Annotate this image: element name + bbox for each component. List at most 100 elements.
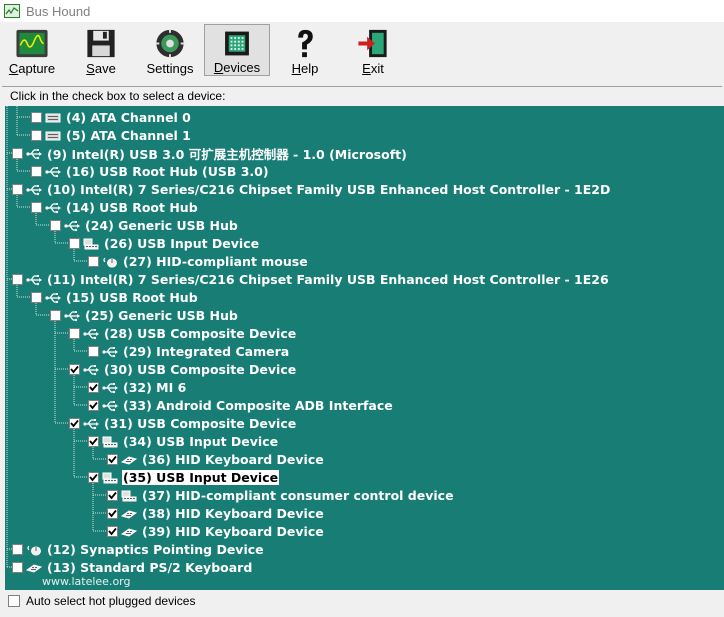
usb-icon: [83, 417, 99, 430]
title-bar: Bus Hound: [0, 0, 724, 22]
device-label: (36) HID Keyboard Device: [142, 451, 324, 467]
device-tree-item[interactable]: (30) USB Composite Device: [69, 361, 297, 377]
device-tree-item[interactable]: (34) USB Input Device: [88, 433, 279, 449]
disk-icon: [45, 111, 61, 123]
auto-select-option[interactable]: Auto select hot plugged devices: [8, 594, 195, 608]
device-checkbox[interactable]: [69, 327, 80, 339]
keyboard-icon: [120, 507, 138, 519]
usb-icon: [64, 219, 80, 232]
device-tree-item[interactable]: (27) HID-compliant mouse: [88, 253, 309, 269]
device-checkbox[interactable]: [88, 399, 99, 411]
device-tree-item[interactable]: (35) USB Input Device: [88, 469, 280, 485]
device-checkbox[interactable]: [31, 129, 42, 141]
device-checkbox[interactable]: [50, 309, 61, 321]
device-label: (38) HID Keyboard Device: [142, 505, 324, 521]
device-checkbox[interactable]: [107, 507, 118, 519]
usb-icon: [26, 147, 42, 160]
device-tree-item[interactable]: (29) Integrated Camera: [88, 343, 290, 359]
device-checkbox[interactable]: [12, 561, 23, 573]
device-tree-item[interactable]: (25) Generic USB Hub: [50, 307, 239, 323]
device-checkbox[interactable]: [31, 201, 42, 213]
device-tree-item[interactable]: (39) HID Keyboard Device: [107, 523, 325, 539]
devices-button[interactable]: Devices: [204, 24, 270, 76]
device-tree-item[interactable]: (33) Android Composite ADB Interface: [88, 397, 394, 413]
usb-icon: [64, 309, 80, 322]
device-tree-item[interactable]: (38) HID Keyboard Device: [107, 505, 325, 521]
device-checkbox[interactable]: [12, 273, 23, 285]
device-tree-item[interactable]: (37) HID-compliant consumer control devi…: [107, 487, 455, 503]
device-label: (37) HID-compliant consumer control devi…: [142, 487, 454, 503]
device-checkbox[interactable]: [69, 417, 80, 429]
capture-label: Capture: [8, 61, 56, 76]
input-device-icon: [121, 489, 137, 502]
usb-icon: [83, 327, 99, 340]
device-label: (35) USB Input Device: [122, 469, 280, 485]
mouse-icon: [102, 255, 118, 268]
device-tree-item[interactable]: (12) Synaptics Pointing Device: [12, 541, 265, 557]
device-checkbox[interactable]: [69, 237, 80, 249]
device-tree-item[interactable]: (24) Generic USB Hub: [50, 217, 239, 233]
device-label: (13) Standard PS/2 Keyboard: [47, 559, 253, 575]
save-button[interactable]: Save: [74, 24, 128, 76]
device-checkbox[interactable]: [31, 165, 42, 177]
device-label: (9) Intel(R) USB 3.0 可扩展主机控制器 - 1.0 (Mic…: [47, 146, 407, 162]
device-tree-item[interactable]: (10) Intel(R) 7 Series/C216 Chipset Fami…: [12, 181, 611, 197]
keyboard-icon: [25, 561, 43, 573]
help-button[interactable]: Help: [282, 24, 328, 76]
device-tree-item[interactable]: (13) Standard PS/2 Keyboard: [12, 559, 253, 575]
device-checkbox[interactable]: [107, 489, 118, 501]
device-tree-item[interactable]: (15) USB Root Hub: [31, 289, 199, 305]
input-device-icon: [83, 237, 99, 250]
device-tree-item[interactable]: (36) HID Keyboard Device: [107, 451, 325, 467]
device-checkbox[interactable]: [12, 183, 23, 195]
device-checkbox[interactable]: [88, 345, 99, 357]
device-label: (32) MI 6: [123, 379, 187, 395]
device-checkbox[interactable]: [107, 525, 118, 537]
device-tree-item[interactable]: (31) USB Composite Device: [69, 415, 297, 431]
device-tree-item[interactable]: (5) ATA Channel 1: [31, 127, 192, 143]
device-checkbox[interactable]: [12, 147, 23, 159]
devices-label: Devices: [213, 60, 261, 75]
settings-button[interactable]: Settings: [140, 24, 200, 76]
device-label: (31) USB Composite Device: [104, 415, 297, 431]
settings-label: Settings: [146, 61, 194, 76]
device-checkbox[interactable]: [50, 219, 61, 231]
save-label: Save: [86, 61, 116, 76]
device-select-hint: Click in the check box to select a devic…: [10, 89, 226, 103]
device-label: (30) USB Composite Device: [104, 361, 297, 377]
device-tree-item[interactable]: (9) Intel(R) USB 3.0 可扩展主机控制器 - 1.0 (Mic…: [12, 145, 408, 162]
device-checkbox[interactable]: [31, 111, 42, 123]
device-checkbox[interactable]: [88, 255, 99, 267]
device-tree-item[interactable]: (26) USB Input Device: [69, 235, 260, 251]
device-tree-item[interactable]: (16) USB Root Hub (USB 3.0): [31, 163, 270, 179]
device-checkbox[interactable]: [107, 453, 118, 465]
input-device-icon: [102, 435, 118, 448]
disk-icon: [45, 129, 61, 141]
device-label: (26) USB Input Device: [104, 235, 260, 251]
device-label: (25) Generic USB Hub: [85, 307, 238, 323]
toolbar: Capture Save Settings Devices Help Exit: [0, 22, 724, 78]
exit-button[interactable]: Exit: [350, 24, 396, 76]
device-tree-item[interactable]: (14) USB Root Hub: [31, 199, 199, 215]
device-checkbox[interactable]: [88, 435, 99, 447]
device-label: (24) Generic USB Hub: [85, 217, 238, 233]
device-tree[interactable]: www.latelee.org (4) ATA Channel 0 (5) ATA…: [5, 106, 724, 590]
device-tree-item[interactable]: (11) Intel(R) 7 Series/C216 Chipset Fami…: [12, 271, 610, 287]
device-tree-item[interactable]: (28) USB Composite Device: [69, 325, 297, 341]
keyboard-icon: [120, 453, 138, 465]
auto-select-checkbox[interactable]: [8, 595, 20, 607]
device-tree-item[interactable]: (32) MI 6: [88, 379, 187, 395]
input-device-icon: [102, 471, 118, 484]
device-checkbox[interactable]: [12, 543, 23, 555]
device-checkbox[interactable]: [88, 381, 99, 393]
device-checkbox[interactable]: [88, 471, 99, 483]
device-checkbox[interactable]: [69, 363, 80, 375]
device-label: (12) Synaptics Pointing Device: [47, 541, 264, 557]
device-tree-item[interactable]: (4) ATA Channel 0: [31, 109, 192, 125]
usb-icon: [45, 201, 61, 214]
device-checkbox[interactable]: [31, 291, 42, 303]
window-title: Bus Hound: [26, 3, 91, 19]
usb-icon: [26, 273, 42, 286]
device-label: (28) USB Composite Device: [104, 325, 297, 341]
capture-button[interactable]: Capture: [4, 24, 60, 76]
